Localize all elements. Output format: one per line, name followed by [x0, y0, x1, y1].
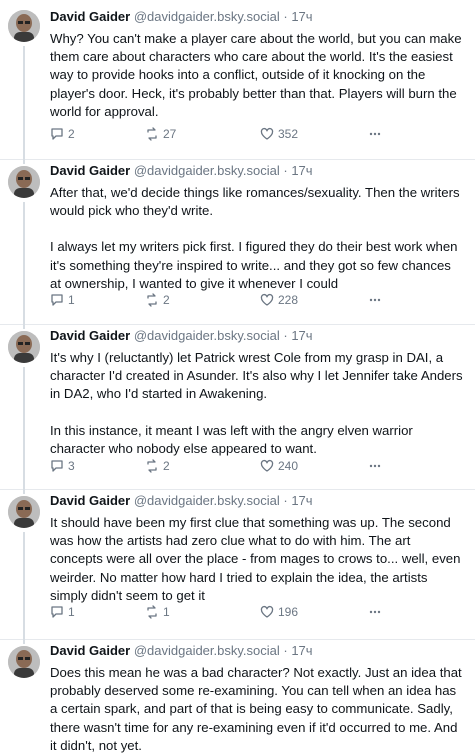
repost-count: 2 — [163, 293, 170, 307]
avatar[interactable] — [8, 646, 40, 678]
reply-button[interactable]: 2 — [50, 126, 75, 142]
repost-arrows-icon — [147, 605, 157, 619]
post-time[interactable]: 17ч — [291, 328, 312, 343]
post-text: Does this mean he was a bad character? N… — [50, 664, 465, 755]
reply-bubble-icon — [51, 294, 63, 306]
post[interactable]: David Gaider @davidgaider.bsky.social · … — [0, 490, 475, 640]
post-paragraph: It's why I (reluctantly) let Patrick wre… — [50, 350, 463, 402]
like-count: 196 — [278, 605, 299, 619]
post-header: David Gaider @davidgaider.bsky.social · … — [50, 163, 313, 178]
more-options-button[interactable] — [368, 126, 382, 140]
reply-bubble-icon — [51, 460, 63, 472]
reply-count: 1 — [68, 293, 75, 307]
post-paragraph: I always let my writers pick first. I fi… — [50, 239, 458, 291]
thread-line — [23, 532, 25, 640]
repost-button[interactable]: 2 — [145, 292, 170, 308]
post-paragraph: Does this mean he was a bad character? N… — [50, 665, 462, 753]
like-button[interactable]: 196 — [260, 604, 298, 620]
like-button[interactable]: 228 — [260, 292, 298, 308]
heart-icon — [260, 293, 274, 306]
author-name[interactable]: David Gaider — [50, 493, 130, 508]
post-text: It's why I (reluctantly) let Patrick wre… — [50, 349, 465, 458]
repost-button[interactable]: 1 — [145, 604, 170, 620]
post-paragraph: Why? You can't make a player care about … — [50, 31, 462, 119]
post-time[interactable]: 17ч — [291, 163, 312, 178]
avatar[interactable] — [8, 496, 40, 528]
repost-button[interactable]: 27 — [145, 126, 176, 142]
avatar[interactable] — [8, 166, 40, 198]
like-count: 228 — [278, 293, 299, 307]
post-paragraph: It should have been my first clue that s… — [50, 515, 461, 603]
avatar[interactable] — [8, 331, 40, 363]
post-text: It should have been my first clue that s… — [50, 514, 465, 605]
author-name[interactable]: David Gaider — [50, 163, 130, 178]
post[interactable]: David Gaider @davidgaider.bsky.social · … — [0, 640, 475, 753]
more-dots-icon — [369, 132, 381, 136]
reply-count: 1 — [68, 605, 75, 619]
post-time[interactable]: 17ч — [291, 493, 312, 508]
reply-button[interactable]: 1 — [50, 292, 75, 308]
thread-line — [23, 490, 25, 494]
post-paragraph: After that, we'd decide things like roma… — [50, 185, 460, 219]
more-options-button[interactable] — [368, 292, 382, 306]
author-name[interactable]: David Gaider — [50, 328, 130, 343]
heart-icon — [260, 605, 274, 618]
repost-button[interactable]: 2 — [145, 458, 170, 474]
author-name[interactable]: David Gaider — [50, 9, 130, 24]
repost-arrows-icon — [147, 459, 157, 473]
heart-icon — [260, 459, 274, 472]
post-actions: 2 27 352 — [50, 126, 465, 142]
post[interactable]: David Gaider @davidgaider.bsky.social · … — [0, 0, 475, 160]
author-name[interactable]: David Gaider — [50, 643, 130, 658]
post[interactable]: David Gaider @davidgaider.bsky.social · … — [0, 325, 475, 490]
post-actions: 1 2 228 — [50, 292, 465, 308]
post-header: David Gaider @davidgaider.bsky.social · … — [50, 9, 313, 24]
thread-line — [23, 160, 25, 164]
repost-count: 2 — [163, 459, 170, 473]
thread-line — [23, 367, 25, 490]
post-header: David Gaider @davidgaider.bsky.social · … — [50, 493, 313, 508]
post-actions: 3 2 240 — [50, 458, 465, 474]
repost-count: 1 — [163, 605, 170, 619]
author-handle[interactable]: @davidgaider.bsky.social — [134, 9, 280, 24]
avatar[interactable] — [8, 10, 40, 42]
repost-count: 27 — [163, 127, 177, 141]
like-button[interactable]: 352 — [260, 126, 298, 142]
post-paragraph: In this instance, it meant I was left wi… — [50, 422, 413, 456]
reply-bubble-icon — [51, 606, 63, 618]
thread-line — [23, 325, 25, 329]
post-header: David Gaider @davidgaider.bsky.social · … — [50, 643, 313, 658]
reply-button[interactable]: 1 — [50, 604, 75, 620]
thread-feed: David Gaider @davidgaider.bsky.social · … — [0, 0, 475, 753]
post-text: Why? You can't make a player care about … — [50, 30, 465, 121]
repost-arrows-icon — [147, 127, 157, 141]
post-actions: 1 1 196 — [50, 604, 465, 620]
like-button[interactable]: 240 — [260, 458, 298, 474]
post[interactable]: David Gaider @davidgaider.bsky.social · … — [0, 160, 475, 325]
thread-line — [23, 202, 25, 325]
author-handle[interactable]: @davidgaider.bsky.social — [134, 493, 280, 508]
more-options-button[interactable] — [368, 458, 382, 472]
author-handle[interactable]: @davidgaider.bsky.social — [134, 328, 280, 343]
post-text: After that, we'd decide things like roma… — [50, 184, 465, 293]
post-time[interactable]: 17ч — [291, 9, 312, 24]
repost-arrows-icon — [147, 293, 157, 307]
like-count: 240 — [278, 459, 299, 473]
like-count: 352 — [278, 127, 299, 141]
post-header: David Gaider @davidgaider.bsky.social · … — [50, 328, 313, 343]
author-handle[interactable]: @davidgaider.bsky.social — [134, 643, 280, 658]
post-time[interactable]: 17ч — [291, 643, 312, 658]
heart-icon — [260, 127, 274, 140]
reply-bubble-icon — [51, 128, 63, 140]
more-dots-icon — [369, 610, 381, 614]
thread-line — [23, 46, 25, 160]
author-handle[interactable]: @davidgaider.bsky.social — [134, 163, 280, 178]
more-dots-icon — [369, 464, 381, 468]
reply-count: 2 — [68, 127, 75, 141]
more-options-button[interactable] — [368, 604, 382, 618]
thread-line — [23, 640, 25, 644]
more-dots-icon — [369, 298, 381, 302]
reply-button[interactable]: 3 — [50, 458, 75, 474]
reply-count: 3 — [68, 459, 75, 473]
